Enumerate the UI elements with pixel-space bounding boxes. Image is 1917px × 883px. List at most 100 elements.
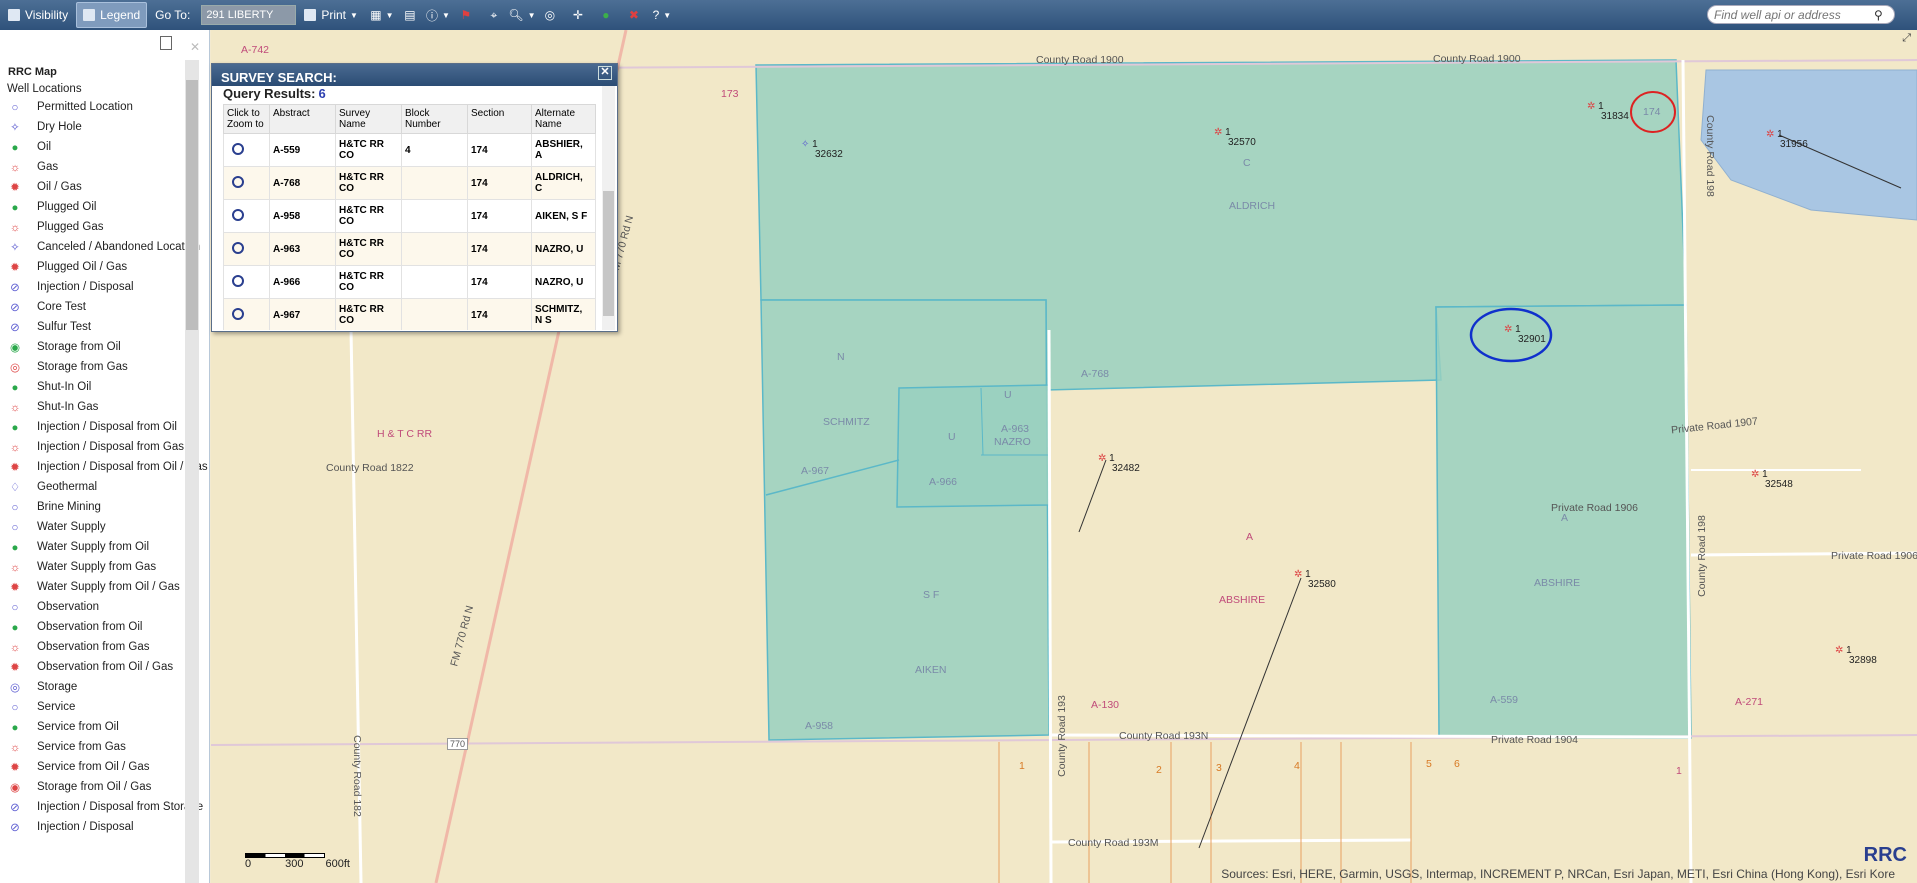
go-icon[interactable]: ● — [596, 2, 616, 28]
toolbar: Visibility Legend Go To: Print▼ ▦▼ ▤ ⓘ▼ … — [0, 0, 1917, 30]
flag-icon[interactable]: ⚑ — [456, 2, 476, 28]
zoom-in-icon[interactable] — [232, 241, 244, 254]
legend-close-icon[interactable]: ✕ — [190, 40, 200, 54]
well-symbol-icon: ✹ — [10, 462, 20, 474]
well-marker[interactable]: ✲ 1 31956 — [1766, 130, 1808, 150]
well-marker[interactable]: ✲ 1 31834 — [1587, 102, 1629, 122]
locate-icon[interactable]: ✛ — [568, 2, 588, 28]
well-symbol-icon: ● — [11, 542, 19, 554]
cell-alt: ALDRICH, C — [531, 166, 596, 200]
legend-item: ✹ Plugged Oil / Gas — [0, 258, 209, 278]
legend-item-label: Service — [37, 701, 76, 713]
tract-label: 4 — [1294, 760, 1300, 772]
cell-section: 174 — [467, 298, 532, 330]
well-marker[interactable]: ✲ 1 32570 — [1214, 128, 1256, 148]
layers-icon[interactable]: ▤ — [400, 2, 420, 28]
legend-item: ☼ Injection / Disposal from Gas — [0, 438, 209, 458]
results-table: Click to Zoom to Abstract Survey Name Bl… — [223, 104, 596, 330]
well-marker[interactable]: ✲ 1 32482 — [1098, 454, 1140, 474]
query-results: Query Results: 6 — [223, 86, 326, 101]
legend-item: ✹ Oil / Gas — [0, 178, 209, 198]
well-marker[interactable]: ✲ 1 32901 — [1504, 325, 1546, 345]
popup-body: Query Results: 6 Click to Zoom to Abstrac… — [218, 86, 600, 330]
survey-label: A-963 — [1001, 423, 1030, 435]
popup-scroll-thumb[interactable] — [603, 191, 614, 316]
legend-item: ● Plugged Oil — [0, 198, 209, 218]
basemap-gallery-icon[interactable]: ▦ ▼ — [370, 2, 393, 28]
close-icon[interactable]: ✕ — [598, 66, 612, 80]
survey-label: A-271 — [1735, 696, 1764, 708]
legend-item: ♢ Geothermal — [0, 478, 209, 498]
zoom-to-cell — [223, 166, 270, 200]
survey-label: A — [1561, 512, 1569, 524]
zoom-in-icon[interactable] — [232, 307, 244, 320]
well-symbol-icon: ☼ — [9, 162, 21, 174]
legend-item-label: Water Supply from Oil — [37, 541, 150, 553]
clear-icon[interactable]: ✖ — [624, 2, 644, 28]
legend-item: ✹ Observation from Oil / Gas — [0, 658, 209, 678]
legend-item-label: Water Supply from Gas — [37, 561, 157, 573]
print-button[interactable]: Print ▼ — [298, 2, 364, 28]
visibility-button[interactable]: Visibility — [2, 2, 74, 28]
survey-label: ABSHIRE — [1534, 577, 1581, 589]
legend-icon — [83, 9, 96, 21]
well-symbol-icon: ✧ — [10, 242, 20, 254]
legend-title: RRC Map — [8, 66, 57, 78]
zoom-in-icon[interactable] — [232, 175, 244, 188]
road-label: County Road 193N — [1119, 730, 1209, 742]
search-input[interactable] — [1714, 7, 1874, 22]
goto-label: Go To: — [155, 8, 191, 22]
survey-label: U — [948, 431, 956, 443]
legend-item-label: Water Supply — [37, 521, 106, 533]
legend-item: ◎ Storage — [0, 678, 209, 698]
expand-icon[interactable]: ⤢ — [1902, 32, 1911, 45]
survey-label: S F — [923, 589, 940, 601]
pdf-icon[interactable] — [160, 36, 172, 50]
well-marker[interactable]: ✲ 1 32580 — [1294, 570, 1336, 590]
legend-item: ✧ Dry Hole — [0, 118, 209, 138]
full-extent-icon[interactable]: ◎ — [540, 2, 560, 28]
zoom-to-cell — [223, 265, 270, 299]
legend-item: ☼ Observation from Gas — [0, 638, 209, 658]
legend-item-label: Injection / Disposal from Storage — [37, 801, 204, 813]
survey-label: A-967 — [801, 465, 830, 477]
zoom-in-icon[interactable] — [232, 274, 244, 287]
well-marker[interactable]: ✲ 1 32548 — [1751, 470, 1793, 490]
measure-icon[interactable]: 🔍︎ ▼ — [508, 2, 535, 28]
survey-label: AIKEN — [915, 664, 947, 676]
survey-label: A-559 — [1490, 694, 1519, 706]
cell-section: 174 — [467, 265, 532, 299]
well-symbol-icon: ☼ — [9, 402, 21, 414]
well-symbol-icon: ○ — [11, 502, 19, 514]
legend-scrollbar[interactable] — [185, 60, 199, 883]
column-header: Abstract — [269, 104, 336, 134]
legend-item: ◉ Storage from Oil / Gas — [0, 778, 209, 798]
goto-input[interactable] — [201, 5, 297, 25]
legend-button[interactable]: Legend — [76, 2, 148, 28]
help-icon[interactable]: ? ▼ — [652, 2, 672, 28]
legend-item: ○ Brine Mining — [0, 498, 209, 518]
road-label: County Road 198 — [1703, 115, 1716, 197]
well-symbol-icon: ● — [11, 382, 19, 394]
cell-alt: AIKEN, S F — [531, 199, 596, 233]
legend-scroll-thumb[interactable] — [186, 80, 198, 330]
legend-item-label: Service from Oil — [37, 721, 119, 733]
legend-item-label: Injection / Disposal from Oil — [37, 421, 177, 433]
legend-subtitle: Well Locations — [7, 83, 82, 95]
zoom-in-icon[interactable] — [232, 208, 244, 221]
legend-item-label: Gas — [37, 161, 59, 173]
well-symbol-icon: ● — [11, 722, 19, 734]
zoom-in-icon[interactable] — [232, 142, 244, 155]
survey-label: A — [1246, 531, 1254, 543]
crosshair-icon[interactable]: ⌖ — [484, 2, 504, 28]
column-header: Survey Name — [335, 104, 402, 134]
legend-item: ● Water Supply from Oil — [0, 538, 209, 558]
search-icon[interactable]: ⚲ — [1874, 8, 1883, 22]
popup-scrollbar[interactable] — [602, 86, 615, 330]
info-icon[interactable]: ⓘ ▼ — [426, 2, 450, 28]
cell-abstract: A-559 — [269, 133, 336, 167]
well-marker[interactable]: ✧ 1 32632 — [801, 140, 843, 160]
legend-item: ⊘ Injection / Disposal from Storage — [0, 798, 209, 818]
well-marker[interactable]: ✲ 1 32898 — [1835, 646, 1877, 666]
well-symbol-icon: ◉ — [9, 342, 21, 354]
